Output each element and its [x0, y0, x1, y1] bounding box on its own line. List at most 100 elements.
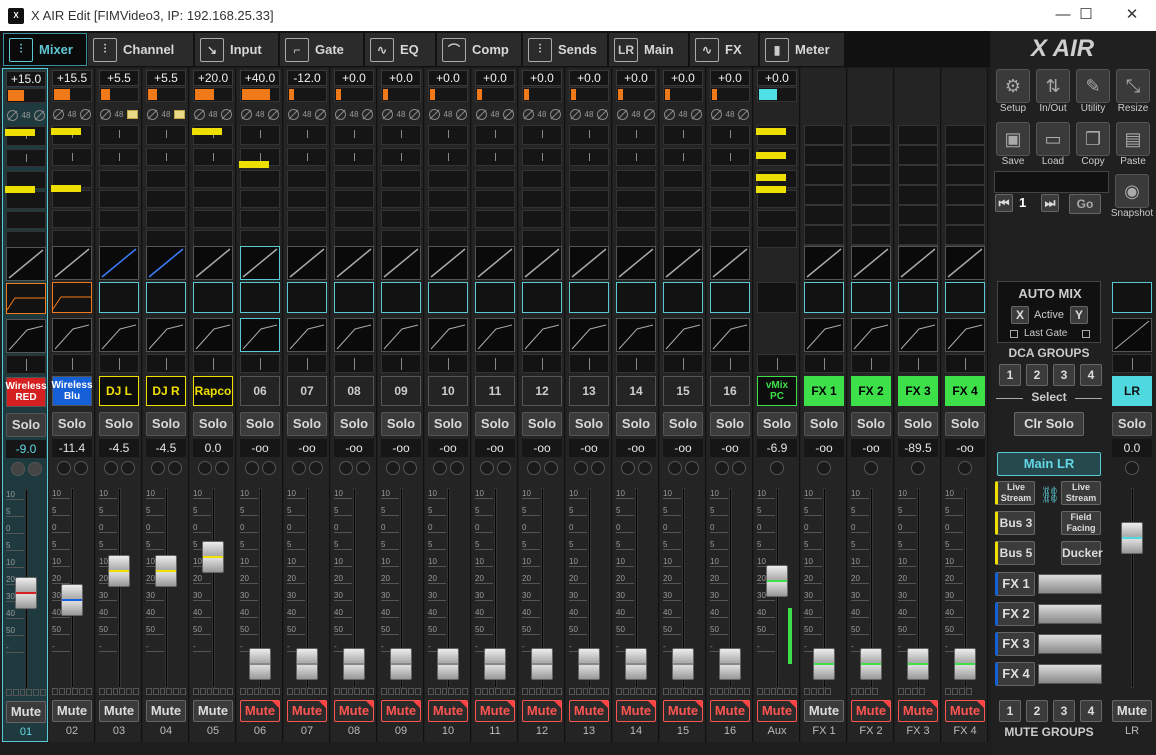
- mute-button[interactable]: Mute: [945, 700, 985, 722]
- eq-thumbnail[interactable]: [6, 283, 46, 314]
- comp-curve[interactable]: [898, 318, 938, 352]
- fader-level[interactable]: -oo: [851, 439, 891, 457]
- send-row[interactable]: [757, 210, 797, 228]
- lr-mute-button[interactable]: Mute: [1112, 700, 1152, 722]
- phantom-48-label[interactable]: 48: [632, 110, 641, 119]
- phase-icon[interactable]: [691, 108, 703, 120]
- pan-control[interactable]: [663, 354, 703, 373]
- channel-name[interactable]: FX 1: [804, 376, 844, 406]
- channel-name[interactable]: DJ R: [146, 376, 186, 406]
- tab-meter[interactable]: ▮ Meter: [760, 33, 845, 66]
- send-row[interactable]: [663, 148, 703, 166]
- gain-value[interactable]: +0.0: [710, 70, 750, 86]
- phase-icon[interactable]: [475, 108, 487, 120]
- mute-button[interactable]: Mute: [193, 700, 233, 722]
- lr-balance[interactable]: [1112, 354, 1152, 373]
- fx-rack-thumbnail[interactable]: [1038, 604, 1102, 624]
- send-row[interactable]: [475, 210, 515, 228]
- gain-value[interactable]: +0.0: [522, 70, 562, 86]
- channel-name[interactable]: FX 3: [898, 376, 938, 406]
- phantom-48-label[interactable]: 48: [679, 110, 688, 119]
- solo-button[interactable]: Solo: [52, 412, 92, 436]
- solo-button[interactable]: Solo: [428, 412, 468, 436]
- send-row[interactable]: [334, 125, 374, 145]
- phase-icon[interactable]: [240, 108, 252, 120]
- eq-thumbnail[interactable]: [757, 282, 797, 313]
- bus-left-button[interactable]: Bus 5: [995, 541, 1035, 565]
- phase-icon[interactable]: [503, 108, 515, 120]
- fader-level[interactable]: -oo: [475, 439, 515, 457]
- send-row[interactable]: [146, 148, 186, 166]
- utility-button[interactable]: ✎ Utility: [1075, 69, 1111, 115]
- prev-snapshot-button[interactable]: ⏮: [995, 194, 1013, 212]
- mute-button[interactable]: Mute: [663, 700, 703, 722]
- fx-2-button[interactable]: FX 2: [995, 602, 1035, 626]
- comp-curve[interactable]: [287, 318, 327, 352]
- eq-thumbnail[interactable]: [569, 282, 609, 313]
- eq-thumbnail[interactable]: [663, 282, 703, 313]
- eq-thumbnail[interactable]: [616, 282, 656, 313]
- phantom-48-label[interactable]: 48: [115, 110, 124, 119]
- gate-curve[interactable]: [287, 246, 327, 280]
- gate-curve[interactable]: [193, 246, 233, 280]
- lr-level[interactable]: 0.0: [1112, 439, 1152, 457]
- send-row[interactable]: [381, 148, 421, 166]
- send-row[interactable]: [287, 148, 327, 166]
- phase-icon[interactable]: [738, 108, 750, 120]
- send-row[interactable]: [99, 210, 139, 228]
- pan-control[interactable]: [710, 354, 750, 373]
- send-row[interactable]: [898, 205, 938, 225]
- phantom-48-label[interactable]: 48: [397, 110, 406, 119]
- phase-icon[interactable]: [99, 108, 111, 120]
- pan-control[interactable]: [146, 354, 186, 373]
- send-row[interactable]: [287, 210, 327, 228]
- solo-button[interactable]: Solo: [193, 412, 233, 436]
- dca-2-button[interactable]: 2: [1026, 364, 1048, 386]
- solo-button[interactable]: Solo: [522, 412, 562, 436]
- solo-button[interactable]: Solo: [945, 412, 985, 436]
- send-row[interactable]: [804, 125, 844, 145]
- send-row[interactable]: [381, 125, 421, 145]
- gate-curve[interactable]: [898, 246, 938, 280]
- pan-control[interactable]: [475, 354, 515, 373]
- solo-button[interactable]: Solo: [240, 412, 280, 436]
- send-row[interactable]: [851, 125, 891, 145]
- fader-knob[interactable]: [15, 577, 37, 609]
- send-row[interactable]: [522, 170, 562, 188]
- send-row[interactable]: [522, 148, 562, 166]
- mute-button[interactable]: Mute: [99, 700, 139, 722]
- channel-name[interactable]: 14: [616, 376, 656, 406]
- gain-value[interactable]: +20.0: [193, 70, 233, 86]
- save-button[interactable]: ▣ Save: [995, 122, 1031, 168]
- gain-value[interactable]: +5.5: [146, 70, 186, 86]
- send-row[interactable]: [475, 125, 515, 145]
- phase-icon[interactable]: [6, 109, 18, 121]
- last-gate-checkbox-right[interactable]: [1082, 330, 1090, 338]
- gain-value[interactable]: +15.0: [6, 71, 46, 87]
- pan-control[interactable]: [945, 354, 985, 373]
- automix-x-button[interactable]: X: [1011, 306, 1029, 324]
- lr-fader-knob[interactable]: [1121, 522, 1143, 554]
- send-row[interactable]: [804, 145, 844, 165]
- channel-name[interactable]: 15: [663, 376, 703, 406]
- send-row[interactable]: [569, 210, 609, 228]
- fader-knob[interactable]: [719, 648, 741, 680]
- solo-button[interactable]: Solo: [475, 412, 515, 436]
- pan-control[interactable]: [851, 354, 891, 373]
- solo-button[interactable]: Solo: [381, 412, 421, 436]
- eq-thumbnail[interactable]: [334, 282, 374, 313]
- send-row[interactable]: [851, 205, 891, 225]
- pan-control[interactable]: [334, 354, 374, 373]
- send-row[interactable]: [287, 190, 327, 208]
- comp-curve[interactable]: [663, 318, 703, 352]
- phase-icon[interactable]: [80, 108, 92, 120]
- pan-control[interactable]: [522, 354, 562, 373]
- send-row[interactable]: [475, 148, 515, 166]
- phase-icon[interactable]: [52, 108, 64, 120]
- automix-y-button[interactable]: Y: [1070, 306, 1088, 324]
- comp-curve[interactable]: [381, 318, 421, 352]
- fader-level[interactable]: -oo: [569, 439, 609, 457]
- channel-name[interactable]: FX 4: [945, 376, 985, 406]
- pan-control[interactable]: [757, 354, 797, 373]
- fader-level[interactable]: -6.9: [757, 439, 797, 457]
